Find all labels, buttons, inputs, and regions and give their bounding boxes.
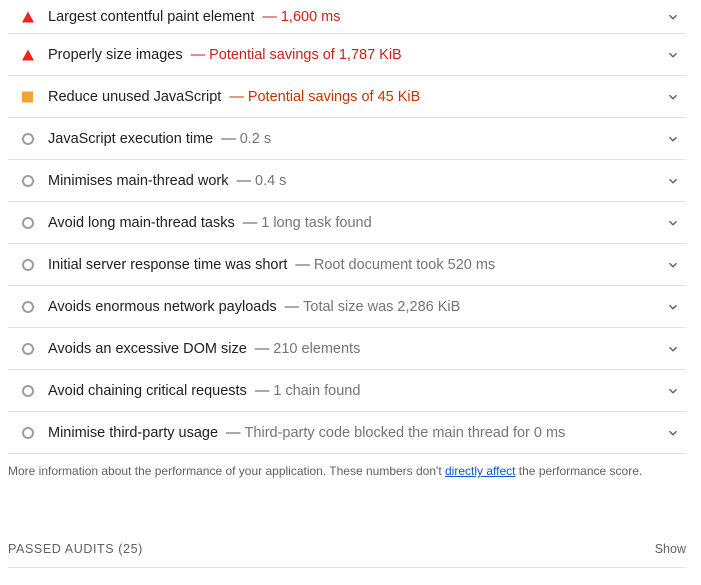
audit-separator: — [262,8,277,25]
audit-row[interactable]: JavaScript execution time —0.2 s [8,118,686,160]
audit-display-value: 210 elements [273,340,361,357]
audit-title: Minimise third-party usage [48,424,219,441]
audit-text: Minimises main-thread work —0.4 s [48,172,286,190]
chevron-down-icon[interactable] [668,218,678,228]
audit-title: Largest contentful paint element [48,8,255,25]
show-passed-audits-button[interactable]: Show [655,542,686,556]
info-circle-icon [22,426,34,439]
audit-title: Avoids an excessive DOM size [48,340,247,357]
info-circle-icon [22,216,34,229]
audit-separator: — [190,46,206,63]
audit-row[interactable]: Largest contentful paint element —1,600 m… [8,0,686,34]
audit-display-value: 0.4 s [255,172,287,189]
audit-text: Avoid chaining critical requests —1 chain… [48,382,360,400]
info-circle-icon [22,132,34,145]
audit-text: JavaScript execution time —0.2 s [48,130,271,148]
audit-display-value: Third-party code blocked the main thread… [244,424,566,441]
audit-title: Avoids enormous network payloads [48,298,277,315]
chevron-down-icon[interactable] [668,428,678,438]
audit-separator: — [242,214,258,231]
audit-title: Minimises main-thread work [48,172,229,189]
fail-triangle-icon [22,11,34,22]
audit-separator: — [221,130,236,147]
audit-display-value: Potential savings of 1,787 KiB [209,46,402,63]
audit-display-value: 0.2 s [239,130,272,147]
audit-row[interactable]: Minimise third-party usage — Third-party c… [8,412,686,454]
chevron-down-icon[interactable] [668,176,678,186]
chevron-down-icon[interactable] [668,50,678,60]
audit-display-value: Total size was 2,286 KiB [303,298,461,315]
chevron-down-icon[interactable] [668,92,678,102]
chevron-down-icon[interactable] [668,344,678,354]
audit-separator: — [229,88,244,105]
audit-text: Properly size images — Potential savings o… [48,46,402,64]
footnote-text-before: More information about the performance o… [8,464,445,478]
audit-separator: — [226,424,241,441]
info-circle-icon [22,342,34,355]
audit-row[interactable]: Avoids enormous network payloads — Total s… [8,286,686,328]
passed-audits-label: PASSED AUDITS (25) [8,542,143,556]
info-circle-icon [22,258,34,271]
chevron-down-icon[interactable] [668,302,678,312]
audit-text: Initial server response time was short — R… [48,256,495,274]
audit-title: Initial server response time was short [48,256,288,273]
audit-display-value: Potential savings of 45 KiB [247,88,421,105]
audit-title: Avoid chaining critical requests [48,382,247,399]
audit-title: Reduce unused JavaScript [48,88,222,105]
info-circle-icon [22,300,34,313]
audit-separator: — [284,298,300,315]
average-square-icon [22,91,33,102]
audit-row[interactable]: Avoids an excessive DOM size —210 element… [8,328,686,370]
diagnostics-list: Largest contentful paint element —1,600 m… [8,0,686,454]
diagnostics-footnote: More information about the performance o… [8,464,642,478]
audit-text: Minimise third-party usage — Third-party c… [48,424,565,442]
chevron-down-icon[interactable] [668,134,678,144]
audit-text: Avoids enormous network payloads — Total s… [48,298,460,316]
chevron-down-icon[interactable] [668,386,678,396]
audit-row[interactable]: Initial server response time was short — R… [8,244,686,286]
info-circle-icon [22,384,34,397]
audit-row[interactable]: Properly size images — Potential savings o… [8,34,686,76]
audit-text: Reduce unused JavaScript — Potential savin… [48,88,420,106]
audit-separator: — [254,382,270,399]
chevron-down-icon[interactable] [668,12,678,22]
audit-display-value: 1 long task found [261,214,372,231]
audit-row[interactable]: Reduce unused JavaScript — Potential savin… [8,76,686,118]
chevron-down-icon[interactable] [668,260,678,270]
audit-row[interactable]: Minimises main-thread work —0.4 s [8,160,686,202]
audit-display-value: 1 chain found [273,382,361,399]
audit-display-value: Root document took 520 ms [313,256,496,273]
directly-affect-link[interactable]: directly affect [445,464,515,478]
audit-title: Properly size images [48,46,183,63]
audit-row[interactable]: Avoid chaining critical requests —1 chain… [8,370,686,412]
fail-triangle-icon [22,49,34,60]
info-circle-icon [22,174,34,187]
audit-separator: — [295,256,310,273]
audit-separator: — [236,172,252,189]
audit-text: Largest contentful paint element —1,600 m… [48,8,341,26]
audit-display-value: 1,600 ms [280,8,341,25]
audit-text: Avoid long main-thread tasks —1 long task… [48,214,372,232]
audit-separator: — [254,340,270,357]
audit-title: JavaScript execution time [48,130,214,147]
audit-text: Avoids an excessive DOM size —210 element… [48,340,360,358]
footnote-text-after: the performance score. [515,464,643,478]
audit-row[interactable]: Avoid long main-thread tasks —1 long task… [8,202,686,244]
audit-title: Avoid long main-thread tasks [48,214,235,231]
passed-audits-header[interactable]: PASSED AUDITS (25) Show [8,530,686,568]
